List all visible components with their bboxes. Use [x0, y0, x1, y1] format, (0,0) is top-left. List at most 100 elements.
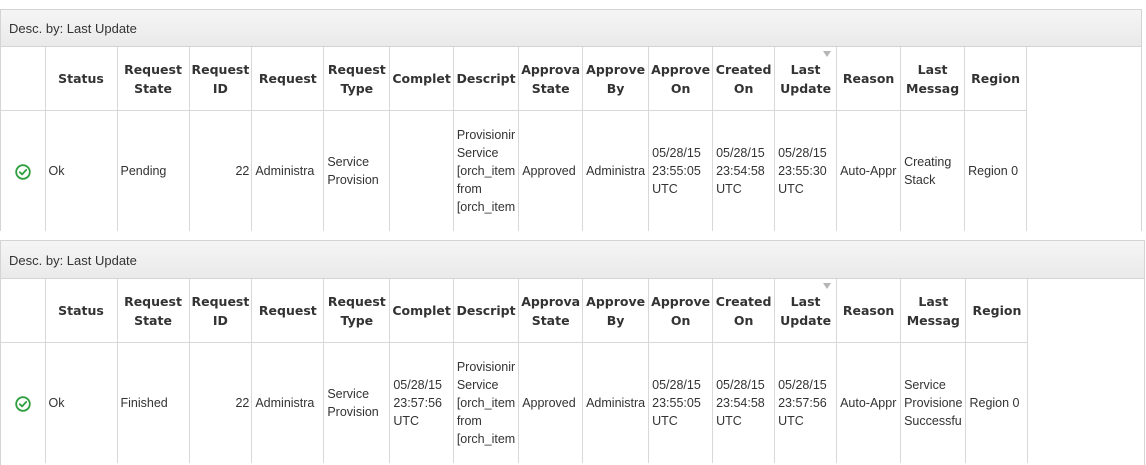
- cell-line: 05/28/15: [716, 378, 765, 392]
- column-header-completed[interactable]: Complet: [389, 47, 454, 111]
- table-row[interactable]: Ok Finished 22 Administra Service Provision 05…: [1, 342, 1029, 463]
- cell-request: Administra: [251, 342, 325, 463]
- column-header-request-state[interactable]: Request State: [117, 47, 190, 111]
- column-header-text: Update: [780, 80, 832, 96]
- column-header-text: Request: [124, 61, 182, 77]
- column-header-approval-state[interactable]: Approva State: [518, 47, 584, 111]
- column-header-text: On: [733, 80, 754, 96]
- column-header-completed[interactable]: Complet: [389, 279, 454, 343]
- sort-descending-icon[interactable]: [823, 51, 832, 57]
- column-header-created-on[interactable]: Created On: [712, 279, 776, 343]
- sort-descending-icon[interactable]: [823, 283, 832, 289]
- cell-reason: Auto-Appr: [836, 342, 902, 463]
- column-header-description[interactable]: Descript: [453, 279, 520, 343]
- cell-line: from: [456, 414, 482, 428]
- column-header-text: State: [134, 312, 172, 328]
- table-header-row: Status Request State Request ID Request Reques…: [1, 279, 1029, 343]
- column-header-text: Descript: [456, 71, 516, 86]
- cell-line: Successfu: [904, 414, 962, 428]
- column-header-approval-state[interactable]: Approva State: [518, 279, 584, 343]
- column-header-approved-on[interactable]: Approve On: [648, 47, 714, 111]
- column-header-status[interactable]: Status: [45, 47, 118, 111]
- column-header-text: On: [670, 80, 691, 96]
- table-header-row: Status Request State Request ID Request Reques…: [1, 47, 1028, 111]
- column-header-request-state[interactable]: Request State: [117, 279, 190, 343]
- cell-select-column: [1, 342, 46, 463]
- column-header-description[interactable]: Descript: [453, 47, 520, 111]
- cell-region: Region 0: [964, 110, 1028, 231]
- cell-line: 23:54:58: [716, 164, 765, 178]
- cell-request-state: Pending: [117, 110, 190, 231]
- cell-line: Provision: [327, 405, 379, 419]
- column-header-text: ID: [212, 312, 228, 328]
- check-circle-icon: [15, 396, 31, 412]
- cell-line: UTC: [778, 414, 804, 428]
- column-header-text: Type: [340, 80, 374, 96]
- cell-line: Service: [327, 155, 370, 169]
- column-header-text: On: [670, 312, 691, 328]
- cell-region: Region 0: [965, 342, 1029, 463]
- column-header-created-on[interactable]: Created On: [712, 47, 776, 111]
- cell-line: 05/28/15: [652, 378, 701, 392]
- cell-line: Service: [327, 387, 370, 401]
- column-header-text: Approve: [651, 61, 711, 77]
- column-header-text: Request: [327, 61, 386, 77]
- column-header-last-update[interactable]: Last Update: [774, 279, 838, 343]
- column-header-text: Complet: [392, 303, 451, 318]
- column-header-request[interactable]: Request: [251, 279, 325, 343]
- column-header-text: Approve: [586, 61, 646, 77]
- cell-line: Service: [456, 378, 499, 392]
- cell-description: Provisionir Service [orch_item from [orch_it…: [453, 110, 520, 231]
- column-header-last-update[interactable]: Last Update: [774, 47, 838, 111]
- request-panel-1: Desc. by: Last Update Status Request State R…: [0, 9, 1142, 231]
- column-header-region[interactable]: Region: [965, 279, 1029, 343]
- column-header-approved-by[interactable]: Approve By: [582, 279, 650, 343]
- column-header-text: Approva: [521, 293, 581, 309]
- cell-line: Provisionir: [456, 128, 516, 142]
- column-header-select-column: [1, 47, 46, 111]
- cell-line: [orch_item: [456, 432, 516, 446]
- sort-caption: Desc. by: Last Update: [1, 9, 1141, 47]
- column-header-approved-by[interactable]: Approve By: [582, 47, 650, 111]
- column-header-reason[interactable]: Reason: [836, 47, 902, 111]
- column-header-text: Approve: [586, 293, 646, 309]
- column-header-status[interactable]: Status: [45, 279, 118, 343]
- cell-line: 05/28/15: [716, 146, 765, 160]
- column-header-request-type[interactable]: Request Type: [323, 47, 391, 111]
- table-row[interactable]: Ok Pending 22 Administra Service Provision Pro…: [1, 110, 1028, 231]
- cell-line: Provisionir: [456, 360, 516, 374]
- cell-last-message: Creating Stack: [900, 110, 966, 231]
- cell-line: UTC: [778, 182, 804, 196]
- column-header-text: Region: [971, 71, 1020, 86]
- cell-approved-by: Administra: [582, 342, 650, 463]
- column-header-approved-on[interactable]: Approve On: [648, 279, 714, 343]
- cell-approval-state: Approved: [518, 342, 584, 463]
- cell-description: Provisionir Service [orch_item from [orch_it…: [453, 342, 520, 463]
- column-header-region[interactable]: Region: [964, 47, 1028, 111]
- column-header-text: State: [134, 80, 172, 96]
- column-header-text: Complet: [392, 71, 451, 86]
- cell-line: Creating: [904, 155, 952, 169]
- column-header-text: Created: [715, 293, 772, 309]
- cell-status: Ok: [45, 110, 118, 231]
- requests-table: Status Request State Request ID Request Reques…: [1, 279, 1029, 463]
- column-header-request-type[interactable]: Request Type: [323, 279, 391, 343]
- column-header-text: Reason: [842, 303, 895, 318]
- column-header-text: Reason: [842, 71, 895, 86]
- column-header-request[interactable]: Request: [251, 47, 325, 111]
- cell-line: UTC: [652, 414, 678, 428]
- cell-completed: [389, 110, 454, 231]
- cell-last-message: Service Provisione Successfu: [900, 342, 967, 463]
- cell-line: UTC: [393, 414, 420, 428]
- cell-status: Ok: [45, 342, 118, 463]
- cell-request: Administra: [251, 110, 325, 231]
- column-header-text: ID: [212, 80, 228, 96]
- column-header-reason[interactable]: Reason: [836, 279, 902, 343]
- column-header-select-column: [1, 279, 46, 343]
- column-header-last-message[interactable]: Last Messag: [900, 47, 966, 111]
- cell-approved-on: 05/28/15 23:55:05 UTC: [648, 110, 714, 231]
- column-header-last-message[interactable]: Last Messag: [900, 279, 967, 343]
- column-header-request-id[interactable]: Request ID: [189, 47, 253, 111]
- column-header-request-id[interactable]: Request ID: [189, 279, 253, 343]
- cell-line: Service: [904, 378, 946, 392]
